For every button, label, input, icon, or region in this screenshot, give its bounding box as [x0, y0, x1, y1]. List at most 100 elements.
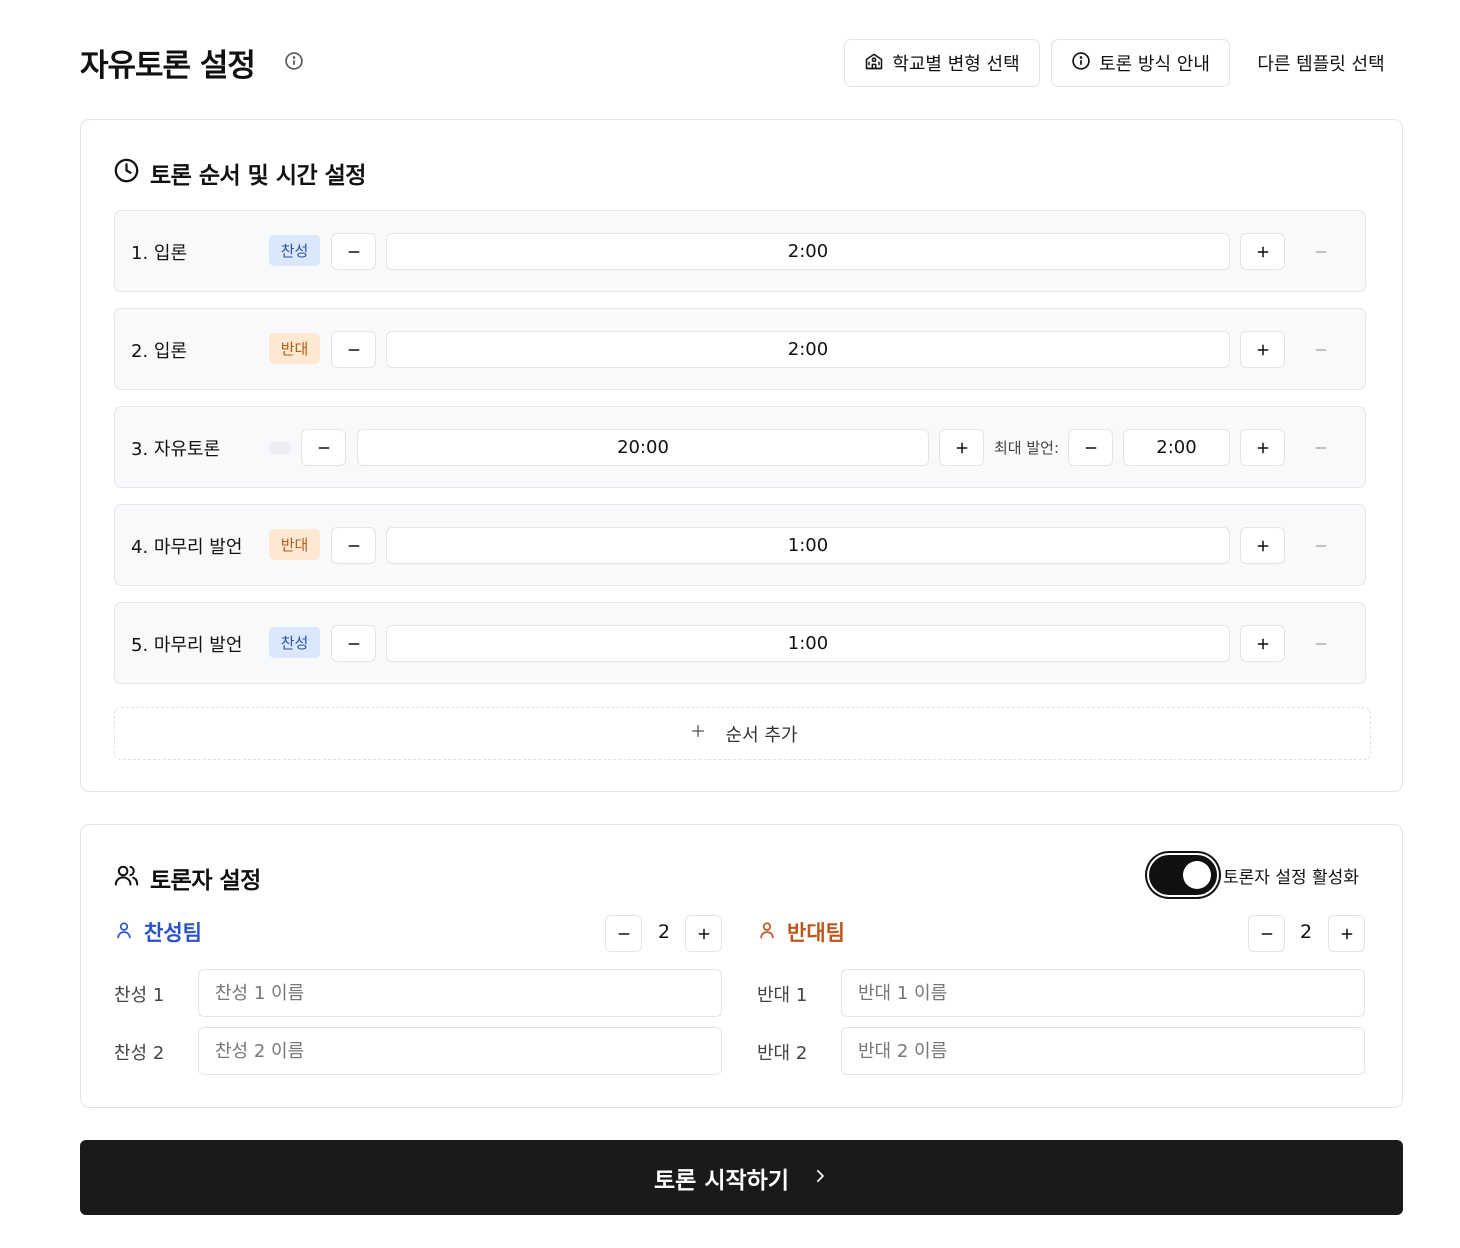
debater-card: 토론자 설정 토론자 설정 활성화 찬성팀 2 찬성 1 찬성 2 반대팀 2 …	[80, 824, 1403, 1108]
decrease-time-button[interactable]	[331, 331, 376, 368]
remove-row-button[interactable]	[1310, 241, 1332, 263]
template-button[interactable]: 다른 템플릿 선택	[1240, 39, 1402, 87]
con-member-label: 반대 2	[757, 1043, 808, 1064]
user-icon	[114, 920, 134, 945]
order-row: 5. 마무리 발언 찬성 1:00	[114, 602, 1366, 684]
plus-icon	[1341, 928, 1352, 939]
decrease-max-time-button[interactable]	[1068, 429, 1113, 466]
order-row: 4. 마무리 발언 반대 1:00	[114, 504, 1366, 586]
side-badge	[269, 442, 291, 454]
side-badge: 찬성	[269, 627, 320, 658]
increase-time-button[interactable]	[1240, 527, 1285, 564]
max-speech-label: 최대 발언:	[994, 439, 1060, 457]
minus-icon	[348, 544, 359, 547]
school-variant-button[interactable]: 학교별 변형 선택	[844, 39, 1040, 87]
order-row: 3. 자유토론 20:00 최대 발언: 2:00	[114, 406, 1366, 488]
con-count: 2	[1299, 921, 1313, 943]
plus-icon	[956, 442, 967, 453]
plus-icon	[698, 928, 709, 939]
info-icon	[1071, 51, 1091, 76]
user-icon	[757, 920, 777, 945]
plus-icon	[1257, 638, 1268, 649]
plus-icon	[1257, 540, 1268, 551]
plus-icon	[1257, 246, 1268, 257]
guide-button[interactable]: 토론 방식 안내	[1051, 39, 1230, 87]
pro-team-name: 찬성팀	[144, 921, 202, 945]
time-input[interactable]: 1:00	[386, 625, 1230, 662]
debater-toggle[interactable]	[1149, 855, 1217, 895]
info-icon[interactable]	[284, 51, 304, 71]
increase-time-button[interactable]	[939, 429, 984, 466]
pro-member-label: 찬성 2	[114, 1043, 165, 1064]
minus-icon	[1261, 932, 1272, 935]
remove-row-button[interactable]	[1310, 437, 1332, 459]
minus-icon	[1315, 643, 1327, 645]
debater-toggle-label: 토론자 설정 활성화	[1223, 867, 1359, 888]
decrease-time-button[interactable]	[331, 233, 376, 270]
increase-max-time-button[interactable]	[1240, 429, 1285, 466]
debater-toggle-wrap: 토론자 설정 활성화	[1149, 855, 1359, 895]
increase-time-button[interactable]	[1240, 233, 1285, 270]
max-time-input[interactable]: 2:00	[1123, 429, 1230, 466]
pro-member-name-input[interactable]	[198, 969, 722, 1017]
time-input[interactable]: 20:00	[357, 429, 929, 466]
side-badge: 반대	[269, 333, 320, 364]
guide-label: 토론 방식 안내	[1099, 54, 1210, 75]
decrease-time-button[interactable]	[331, 625, 376, 662]
con-team-title: 반대팀	[757, 917, 845, 947]
con-member-name-input[interactable]	[841, 1027, 1365, 1075]
page-header: 자유토론 설정 학교별 변형 선택 토론 방식 안내 다른 템플릿 선택	[80, 38, 1402, 88]
users-icon	[113, 862, 140, 895]
minus-icon	[348, 348, 359, 351]
order-section-label: 토론 순서 및 시간 설정	[150, 163, 366, 189]
school-variant-label: 학교별 변형 선택	[892, 54, 1020, 75]
page-title: 자유토론 설정	[80, 48, 256, 84]
minus-icon	[1315, 545, 1327, 547]
minus-icon	[318, 446, 329, 449]
side-badge: 찬성	[269, 235, 320, 266]
school-icon	[864, 51, 884, 76]
con-increase-button[interactable]	[1328, 915, 1365, 952]
con-team-name: 반대팀	[787, 921, 845, 945]
plus-icon	[1257, 442, 1268, 453]
minus-icon	[618, 932, 629, 935]
increase-time-button[interactable]	[1240, 625, 1285, 662]
time-input[interactable]: 2:00	[386, 331, 1230, 368]
increase-time-button[interactable]	[1240, 331, 1285, 368]
remove-row-button[interactable]	[1310, 339, 1332, 361]
debater-section-title: 토론자 설정	[113, 861, 261, 895]
pro-team-title: 찬성팀	[114, 917, 202, 947]
order-time-card: 토론 순서 및 시간 설정 1. 입론 찬성 2:00 2. 입론 반대 2:0…	[80, 119, 1403, 792]
start-debate-button[interactable]: 토론 시작하기	[80, 1140, 1403, 1215]
pro-increase-button[interactable]	[685, 915, 722, 952]
time-input[interactable]: 1:00	[386, 527, 1230, 564]
order-row: 1. 입론 찬성 2:00	[114, 210, 1366, 292]
order-label: 5. 마무리 발언	[131, 635, 243, 656]
add-order-button[interactable]: 순서 추가	[114, 707, 1371, 760]
minus-icon	[1085, 446, 1096, 449]
minus-icon	[1315, 251, 1327, 253]
order-section-title: 토론 순서 및 시간 설정	[113, 156, 366, 190]
decrease-time-button[interactable]	[331, 527, 376, 564]
minus-icon	[1315, 349, 1327, 351]
remove-row-button[interactable]	[1310, 633, 1332, 655]
pro-count: 2	[657, 921, 671, 943]
con-member-name-input[interactable]	[841, 969, 1365, 1017]
remove-row-button[interactable]	[1310, 535, 1332, 557]
pro-decrease-button[interactable]	[605, 915, 642, 952]
order-label: 2. 입론	[131, 341, 188, 362]
minus-icon	[348, 250, 359, 253]
con-decrease-button[interactable]	[1248, 915, 1285, 952]
order-label: 4. 마무리 발언	[131, 537, 243, 558]
pro-member-name-input[interactable]	[198, 1027, 722, 1075]
template-label: 다른 템플릿 선택	[1257, 54, 1385, 75]
order-label: 3. 자유토론	[131, 439, 221, 460]
decrease-time-button[interactable]	[301, 429, 346, 466]
side-badge: 반대	[269, 529, 320, 560]
plus-icon	[688, 721, 708, 746]
con-member-label: 반대 1	[757, 985, 808, 1006]
time-input[interactable]: 2:00	[386, 233, 1230, 270]
order-label: 1. 입론	[131, 243, 188, 264]
minus-icon	[1315, 447, 1327, 449]
pro-member-label: 찬성 1	[114, 985, 165, 1006]
